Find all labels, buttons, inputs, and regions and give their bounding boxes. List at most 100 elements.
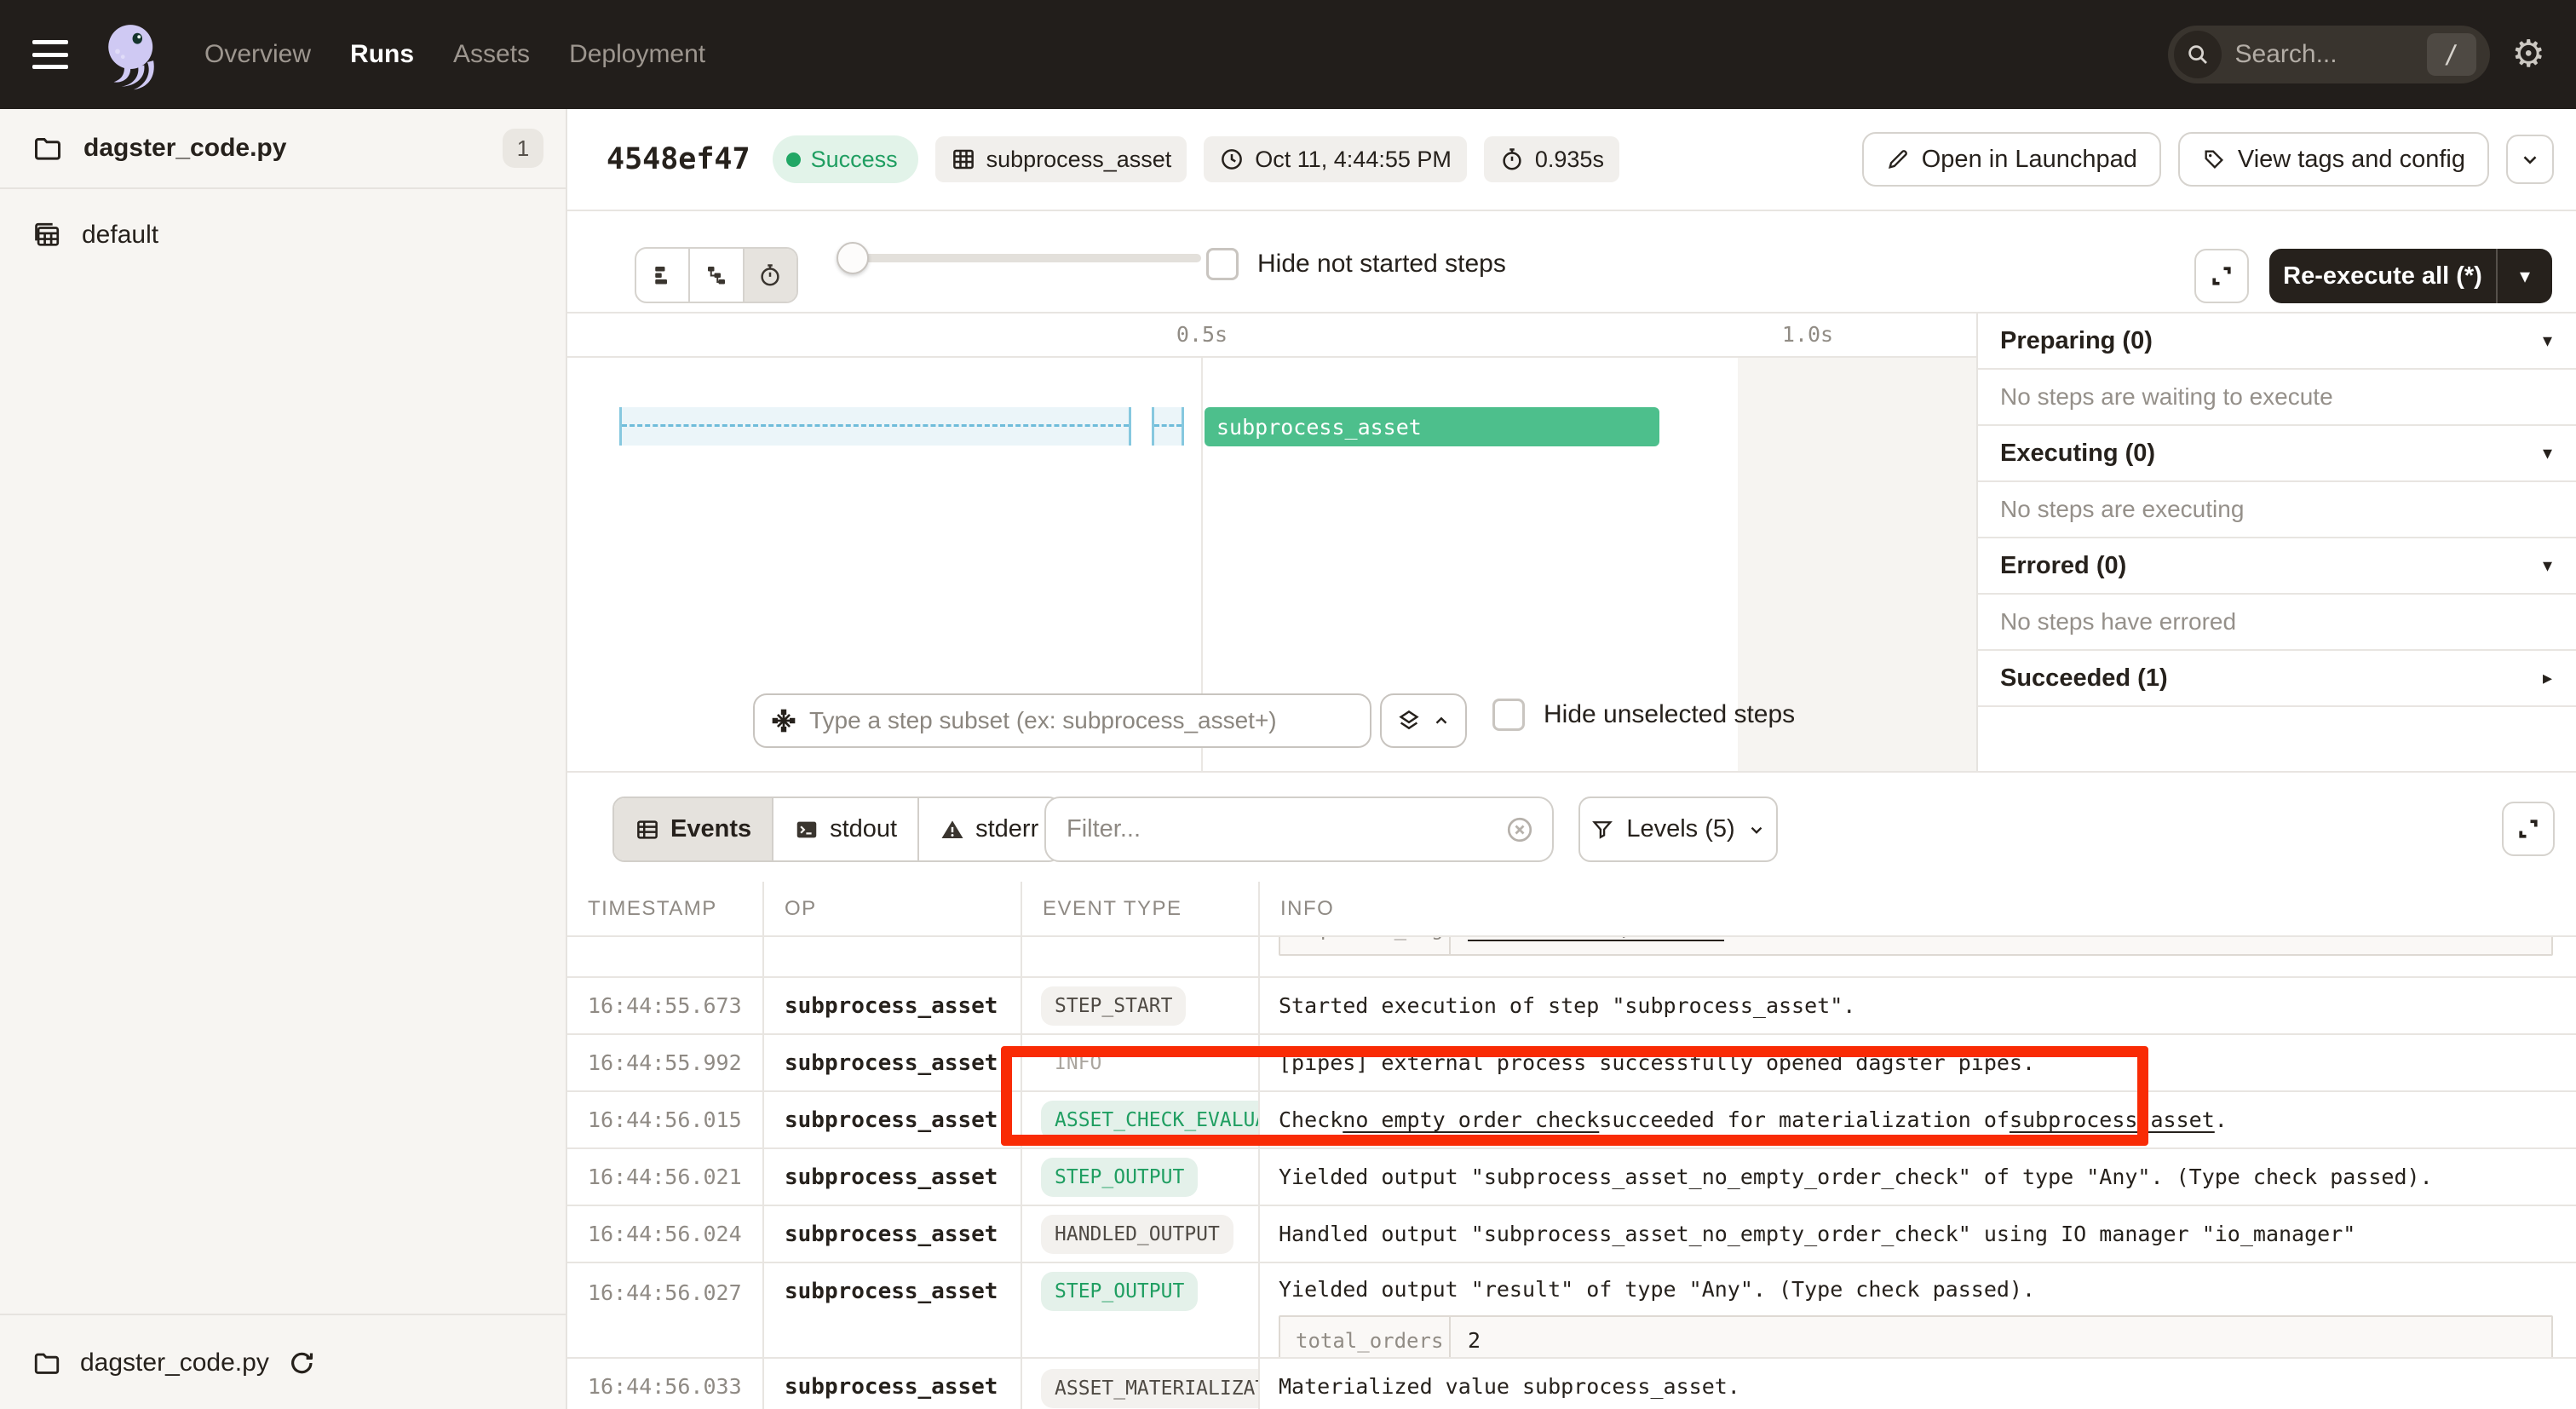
- timeline-tick-0-5s: 0.5s: [1176, 322, 1228, 347]
- run-time-value: Oct 11, 4:44:55 PM: [1255, 147, 1452, 173]
- section-title: Errored (0): [2000, 552, 2543, 580]
- search-input[interactable]: [2235, 40, 2406, 69]
- hamburger-menu-icon[interactable]: [32, 40, 68, 69]
- sidebar-footer-divider: [0, 1314, 567, 1315]
- reload-icon[interactable]: [288, 1349, 315, 1377]
- nav-item-deployment[interactable]: Deployment: [569, 40, 705, 69]
- log-view-tabs: Events stdout stderr: [612, 797, 1061, 862]
- hide-unselected-checkbox[interactable]: [1492, 699, 1525, 731]
- event-type-badge: HANDLED_OUTPUT: [1041, 1215, 1233, 1254]
- log-info: Check no_empty_order_check succeeded for…: [1260, 1092, 2576, 1147]
- log-info: Handled output "subprocess_asset_no_empt…: [1260, 1206, 2576, 1262]
- expand-icon: [2209, 263, 2234, 289]
- run-asset-tag[interactable]: subprocess_asset: [935, 136, 1187, 182]
- code-location-name: dagster_code.py: [83, 134, 503, 163]
- timeline-tick-1-0s: 1.0s: [1782, 322, 1833, 347]
- info-text: Materialized value subprocess_asset.: [1279, 1374, 1740, 1399]
- nav-item-runs[interactable]: Runs: [350, 40, 414, 69]
- hide-not-started-label: Hide not started steps: [1257, 250, 1506, 279]
- section-preparing-header[interactable]: Preparing (0) ▾: [1978, 313, 2576, 370]
- clear-filter-icon[interactable]: [1504, 814, 1535, 845]
- log-row[interactable]: 16:44:56.024 subprocess_asset HANDLED_OU…: [567, 1206, 2576, 1263]
- log-info: Materialized value subprocess_asset.: [1260, 1359, 2576, 1409]
- sidebar-footer-code-location[interactable]: dagster_code.py: [0, 1317, 567, 1409]
- log-row-partial: captured_logs View stdout / stderr: [567, 937, 2576, 978]
- waterfall-view-icon: [704, 262, 729, 288]
- step-subset-input[interactable]: [809, 707, 1337, 734]
- asset-grid-icon: [951, 147, 976, 172]
- graph-options-button[interactable]: [1380, 693, 1467, 748]
- layers-icon: [1396, 708, 1422, 733]
- logs-fullscreen-button[interactable]: [2502, 802, 2555, 856]
- run-header-more-button[interactable]: [2506, 135, 2554, 184]
- view-mode-timed-button[interactable]: [745, 249, 796, 302]
- info-text: succeeded for materialization of: [1599, 1107, 2010, 1132]
- expand-icon: [2516, 816, 2541, 842]
- flat-view-icon: [650, 262, 676, 288]
- log-info: Yielded output "result" of type "Any". (…: [1260, 1263, 2576, 1357]
- gantt-waiting-segment-short: [1152, 407, 1184, 446]
- log-row[interactable]: 16:44:56.027 subprocess_asset STEP_OUTPU…: [567, 1263, 2576, 1359]
- global-search[interactable]: /: [2168, 26, 2490, 83]
- sidebar-item-default-group[interactable]: default: [0, 208, 566, 262]
- captured-logs-link[interactable]: View stdout / stderr: [1451, 937, 1724, 954]
- section-succeeded-header[interactable]: Succeeded (1) ▸: [1978, 651, 2576, 707]
- empty-state-text: No steps are executing: [2000, 496, 2244, 523]
- asset-group-icon: [32, 221, 61, 250]
- open-in-launchpad-label: Open in Launchpad: [1922, 146, 2137, 174]
- event-type-plain: INFO: [1041, 1052, 1101, 1074]
- chevron-down-icon: [2519, 148, 2541, 170]
- log-info: [pipes] external process successfully op…: [1260, 1035, 2576, 1090]
- log-row[interactable]: 16:44:55.992 subprocess_asset INFO [pipe…: [567, 1035, 2576, 1092]
- section-executing-header[interactable]: Executing (0) ▾: [1978, 426, 2576, 482]
- settings-gear-icon[interactable]: ⚙: [2512, 36, 2545, 73]
- footer-code-location-name: dagster_code.py: [80, 1349, 269, 1377]
- reexecute-dropdown-toggle[interactable]: ▾: [2496, 249, 2552, 303]
- reexecute-all-button[interactable]: Re-execute all (*) ▾: [2269, 249, 2552, 303]
- view-mode-flat-button[interactable]: [636, 249, 690, 302]
- log-row[interactable]: 16:44:55.673 subprocess_asset STEP_START…: [567, 978, 2576, 1035]
- view-mode-waterfall-button[interactable]: [690, 249, 744, 302]
- hide-not-started-checkbox[interactable]: [1206, 248, 1239, 280]
- tab-events[interactable]: Events: [614, 798, 773, 860]
- triangle-down-icon: ▾: [2543, 555, 2552, 577]
- open-in-launchpad-button[interactable]: Open in Launchpad: [1862, 132, 2161, 187]
- group-name: default: [82, 221, 158, 250]
- asset-check-link[interactable]: no_empty_order_check: [1343, 1107, 1599, 1132]
- log-filter-input[interactable]: [1067, 815, 1504, 843]
- gantt-fullscreen-button[interactable]: [2194, 249, 2249, 303]
- asset-link[interactable]: subprocess_asset: [2010, 1107, 2215, 1132]
- tab-stdout[interactable]: stdout: [773, 798, 919, 860]
- tab-stderr[interactable]: stderr: [919, 798, 1059, 860]
- sidebar-code-location[interactable]: dagster_code.py 1: [0, 109, 566, 189]
- dagster-logo-icon[interactable]: [95, 18, 169, 91]
- log-timestamp: 16:44:56.021: [567, 1149, 764, 1205]
- nav-item-assets[interactable]: Assets: [453, 40, 530, 69]
- empty-state-text: No steps have errored: [2000, 608, 2236, 635]
- section-preparing-message: No steps are waiting to execute: [1978, 370, 2576, 426]
- log-row[interactable]: 16:44:56.015 subprocess_asset ASSET_CHEC…: [567, 1092, 2576, 1149]
- section-errored-header[interactable]: Errored (0) ▾: [1978, 538, 2576, 595]
- nav-item-overview[interactable]: Overview: [204, 40, 311, 69]
- empty-state-text: No steps are waiting to execute: [2000, 383, 2333, 411]
- status-dot-icon: [786, 152, 801, 167]
- slider-thumb[interactable]: [837, 242, 869, 274]
- log-row[interactable]: 16:44:56.033 subprocess_asset ASSET_MATE…: [567, 1359, 2576, 1409]
- log-op: subprocess_asset: [764, 1092, 1022, 1147]
- left-sidebar: dagster_code.py 1 default dagster_code.p…: [0, 109, 567, 1409]
- log-timestamp: 16:44:56.033: [567, 1359, 764, 1409]
- funnel-icon: [1590, 818, 1614, 842]
- levels-dropdown-button[interactable]: Levels (5): [1578, 797, 1778, 862]
- run-status-badge: Success: [773, 135, 918, 183]
- caret-up-icon: [1432, 711, 1451, 730]
- clock-icon: [1219, 147, 1245, 172]
- triangle-right-icon: ▸: [2543, 667, 2552, 689]
- view-tags-config-button[interactable]: View tags and config: [2178, 132, 2489, 187]
- top-navbar: Overview Runs Assets Deployment / ⚙: [0, 0, 2576, 109]
- gantt-step-bar[interactable]: subprocess_asset: [1205, 407, 1659, 446]
- tab-events-label: Events: [670, 815, 751, 843]
- gantt-zoom-slider[interactable]: [840, 254, 1201, 262]
- info-text: Check: [1279, 1107, 1343, 1132]
- log-row[interactable]: 16:44:56.021 subprocess_asset STEP_OUTPU…: [567, 1149, 2576, 1206]
- search-icon: [2174, 31, 2222, 78]
